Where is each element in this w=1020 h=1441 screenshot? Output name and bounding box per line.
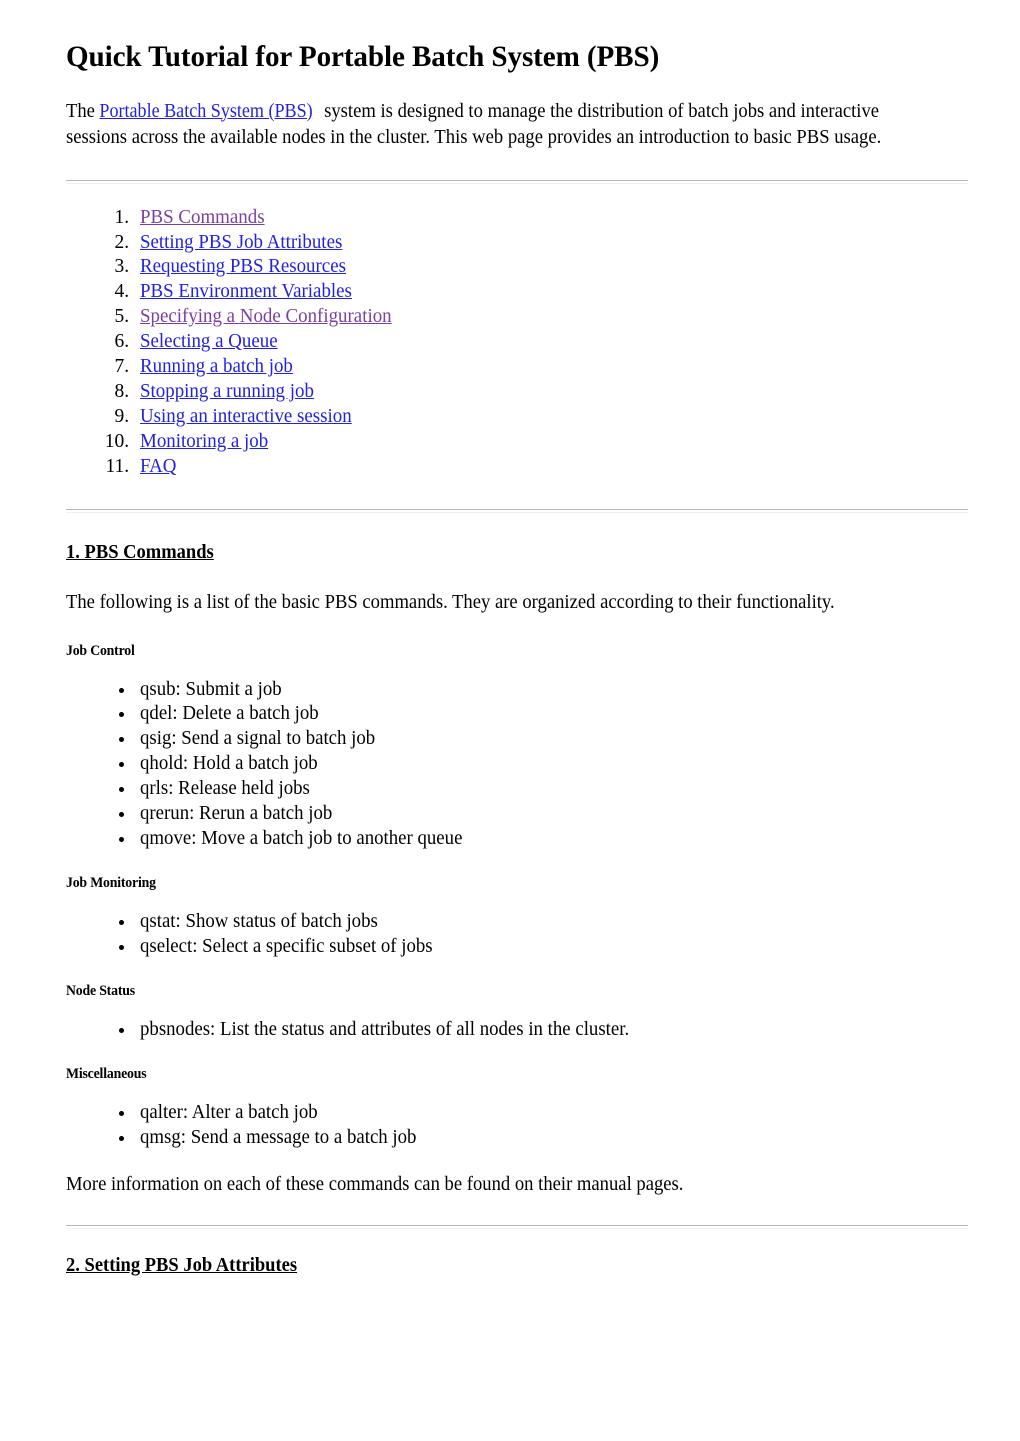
section-2-heading-wrap: 2. Setting PBS Job Attributes xyxy=(66,1255,968,1277)
toc-link-running-a-batch-job[interactable]: Running a batch job xyxy=(140,355,293,380)
list-item: qrerun: Rerun a batch job xyxy=(136,802,968,827)
toc-item: Using an interactive session xyxy=(134,405,968,430)
command-description: qhold: Hold a batch job xyxy=(140,753,318,775)
subheading-job-monitoring: Job Monitoring xyxy=(66,874,156,891)
toc-item: PBS Commands xyxy=(134,206,968,231)
subheading-miscellaneous: Miscellaneous xyxy=(66,1065,147,1082)
command-description: qmsg: Send a message to a batch job xyxy=(140,1126,417,1148)
list-item: qmsg: Send a message to a batch job xyxy=(136,1126,968,1151)
command-groups: Job Control qsub: Submit a job qdel: Delet… xyxy=(66,616,968,1151)
command-group-heading-wrap: Job Monitoring xyxy=(66,874,968,892)
list-item: qrls: Release held jobs xyxy=(136,777,968,802)
section-1-intro-paragraph: The following is a list of the basic PBS… xyxy=(66,591,835,613)
toc-item: Specifying a Node Configuration xyxy=(134,305,968,330)
toc-link-faq[interactable]: FAQ xyxy=(140,455,176,480)
toc-item: Running a batch job xyxy=(134,355,968,380)
toc-link-specifying-a-node-configuration[interactable]: Specifying a Node Configuration xyxy=(140,305,392,330)
list-item: qsub: Submit a job xyxy=(136,678,968,703)
list-item: qsig: Send a signal to batch job xyxy=(136,727,968,752)
section-heading-setting-pbs-job-attributes: 2. Setting PBS Job Attributes xyxy=(66,1255,298,1277)
command-description: qalter: Alter a batch job xyxy=(140,1101,318,1123)
command-description: pbsnodes: List the status and attributes… xyxy=(140,1018,630,1040)
toc-link-requesting-pbs-resources[interactable]: Requesting PBS Resources xyxy=(140,255,346,280)
toc-item: PBS Environment Variables xyxy=(134,280,968,305)
section-1-outro-paragraph: More information on each of these comman… xyxy=(66,1174,684,1196)
toc-link-monitoring-a-job[interactable]: Monitoring a job xyxy=(140,430,268,455)
divider-middle xyxy=(66,508,968,513)
toc-link-pbs-commands[interactable]: PBS Commands xyxy=(140,206,265,231)
table-of-contents: PBS CommandsSetting PBS Job AttributesRe… xyxy=(66,184,968,480)
command-description: qdel: Delete a batch job xyxy=(140,703,319,725)
list-item: qalter: Alter a batch job xyxy=(136,1101,968,1126)
list-item: qhold: Hold a batch job xyxy=(136,752,968,777)
command-description: qmove: Move a batch job to another queue xyxy=(140,828,463,849)
list-item: qmove: Move a batch job to another queue xyxy=(136,827,968,852)
toc-item: Stopping a running job xyxy=(134,380,968,405)
toc-link-pbs-environment-variables[interactable]: PBS Environment Variables xyxy=(140,280,352,305)
command-description: qrls: Release held jobs xyxy=(140,778,310,800)
section-heading-pbs-commands: 1. PBS Commands xyxy=(66,541,214,563)
toc-link-selecting-a-queue[interactable]: Selecting a Queue xyxy=(140,330,278,355)
command-list: qstat: Show status of batch jobs qselect:… xyxy=(66,910,968,960)
list-item: qselect: Select a specific subset of job… xyxy=(136,935,968,960)
list-item: qstat: Show status of batch jobs xyxy=(136,910,968,935)
command-list: qalter: Alter a batch job qmsg: Send a me… xyxy=(66,1101,968,1151)
subheading-job-control: Job Control xyxy=(66,642,135,659)
page-title: Quick Tutorial for Portable Batch System… xyxy=(66,40,660,73)
command-list: pbsnodes: List the status and attributes… xyxy=(66,1018,968,1043)
divider-bottom xyxy=(66,1225,968,1230)
toc-item: Monitoring a job xyxy=(134,430,968,455)
command-list: qsub: Submit a job qdel: Delete a batch j… xyxy=(66,678,968,852)
toc-item: Selecting a Queue xyxy=(134,330,968,355)
list-item: pbsnodes: List the status and attributes… xyxy=(136,1018,968,1043)
toc-link-using-an-interactive-session[interactable]: Using an interactive session xyxy=(140,405,352,430)
command-group-heading-wrap: Job Control xyxy=(66,642,968,660)
intro-paragraph: The Portable Batch System (PBS) system i… xyxy=(66,74,906,151)
toc-item: Setting PBS Job Attributes xyxy=(134,231,968,256)
list-item: qdel: Delete a batch job xyxy=(136,702,968,727)
command-description: qrerun: Rerun a batch job xyxy=(140,803,333,825)
document-page: Quick Tutorial for Portable Batch System… xyxy=(0,0,1020,1441)
section-1-heading-wrap: 1. PBS Commands xyxy=(66,542,968,564)
command-group-heading-wrap: Miscellaneous xyxy=(66,1065,968,1083)
toc-link-stopping-a-running-job[interactable]: Stopping a running job xyxy=(140,380,314,405)
command-description: qstat: Show status of batch jobs xyxy=(140,910,378,932)
intro-text-before: The xyxy=(66,100,100,122)
command-description: qsig: Send a signal to batch job xyxy=(140,728,376,750)
command-description: qsub: Submit a job xyxy=(140,678,282,700)
toc-link-setting-pbs-job-attributes[interactable]: Setting PBS Job Attributes xyxy=(140,231,342,256)
subheading-node-status: Node Status xyxy=(66,982,135,999)
toc-item: FAQ xyxy=(134,455,968,480)
toc-item: Requesting PBS Resources xyxy=(134,255,968,280)
command-group-heading-wrap: Node Status xyxy=(66,982,968,1000)
portable-batch-system-link[interactable]: Portable Batch System (PBS) xyxy=(100,99,313,125)
command-description: qselect: Select a specific subset of job… xyxy=(140,935,433,957)
